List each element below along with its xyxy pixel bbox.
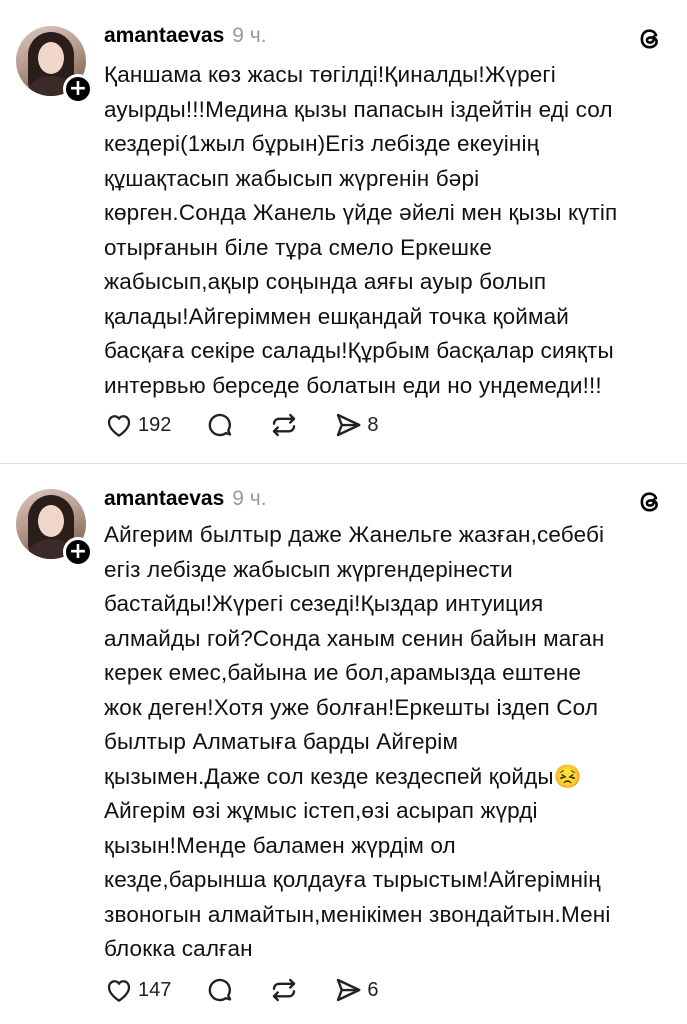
- post-text: Айгерим былтыр даже Жанельге жазған,себе…: [104, 522, 611, 961]
- send-icon: [337, 978, 361, 1002]
- send-icon: [337, 413, 361, 437]
- post-actions: 192 8: [104, 408, 413, 442]
- post-time: 9 ч.: [232, 24, 267, 47]
- username[interactable]: amantaevas: [104, 487, 224, 510]
- thread-post: + amantaevas 9 ч. Қаншама көз жасы төгілд…: [0, 0, 687, 464]
- repost-button[interactable]: [269, 410, 299, 440]
- author-avatar[interactable]: +: [16, 489, 93, 567]
- share-count: 6: [367, 978, 379, 1001]
- post-actions: 147 6: [104, 973, 413, 1007]
- share-button[interactable]: 6: [333, 975, 379, 1005]
- share-count: 8: [367, 413, 379, 436]
- post-divider: [0, 463, 687, 464]
- follow-plus-icon[interactable]: +: [63, 537, 93, 567]
- repost-icon: [273, 978, 296, 1002]
- follow-plus-icon[interactable]: +: [63, 74, 93, 104]
- post-header: amantaevas 9 ч.: [104, 24, 267, 54]
- username[interactable]: amantaevas: [104, 24, 224, 47]
- repost-button[interactable]: [269, 975, 299, 1005]
- reply-button[interactable]: [205, 975, 235, 1005]
- share-button[interactable]: 8: [333, 410, 379, 440]
- like-button[interactable]: 192: [104, 410, 171, 440]
- comment-icon: [209, 413, 232, 437]
- threads-logo-icon: [637, 26, 663, 52]
- reply-button[interactable]: [205, 410, 235, 440]
- thread-post: + amantaevas 9 ч. Айгерим былтыр даже Жан…: [0, 465, 687, 1024]
- author-avatar[interactable]: +: [16, 26, 93, 104]
- heart-icon: [107, 415, 131, 437]
- post-time: 9 ч.: [232, 487, 267, 510]
- like-button[interactable]: 147: [104, 975, 171, 1005]
- threads-logo-icon: [637, 489, 663, 515]
- like-count: 192: [138, 413, 172, 436]
- repost-icon: [273, 413, 296, 437]
- post-header: amantaevas 9 ч.: [104, 487, 267, 517]
- post-text: Қаншама көз жасы төгілді!Қиналды!Жүрегі …: [104, 62, 618, 398]
- heart-icon: [107, 980, 131, 1002]
- comment-icon: [209, 978, 232, 1002]
- like-count: 147: [138, 978, 172, 1001]
